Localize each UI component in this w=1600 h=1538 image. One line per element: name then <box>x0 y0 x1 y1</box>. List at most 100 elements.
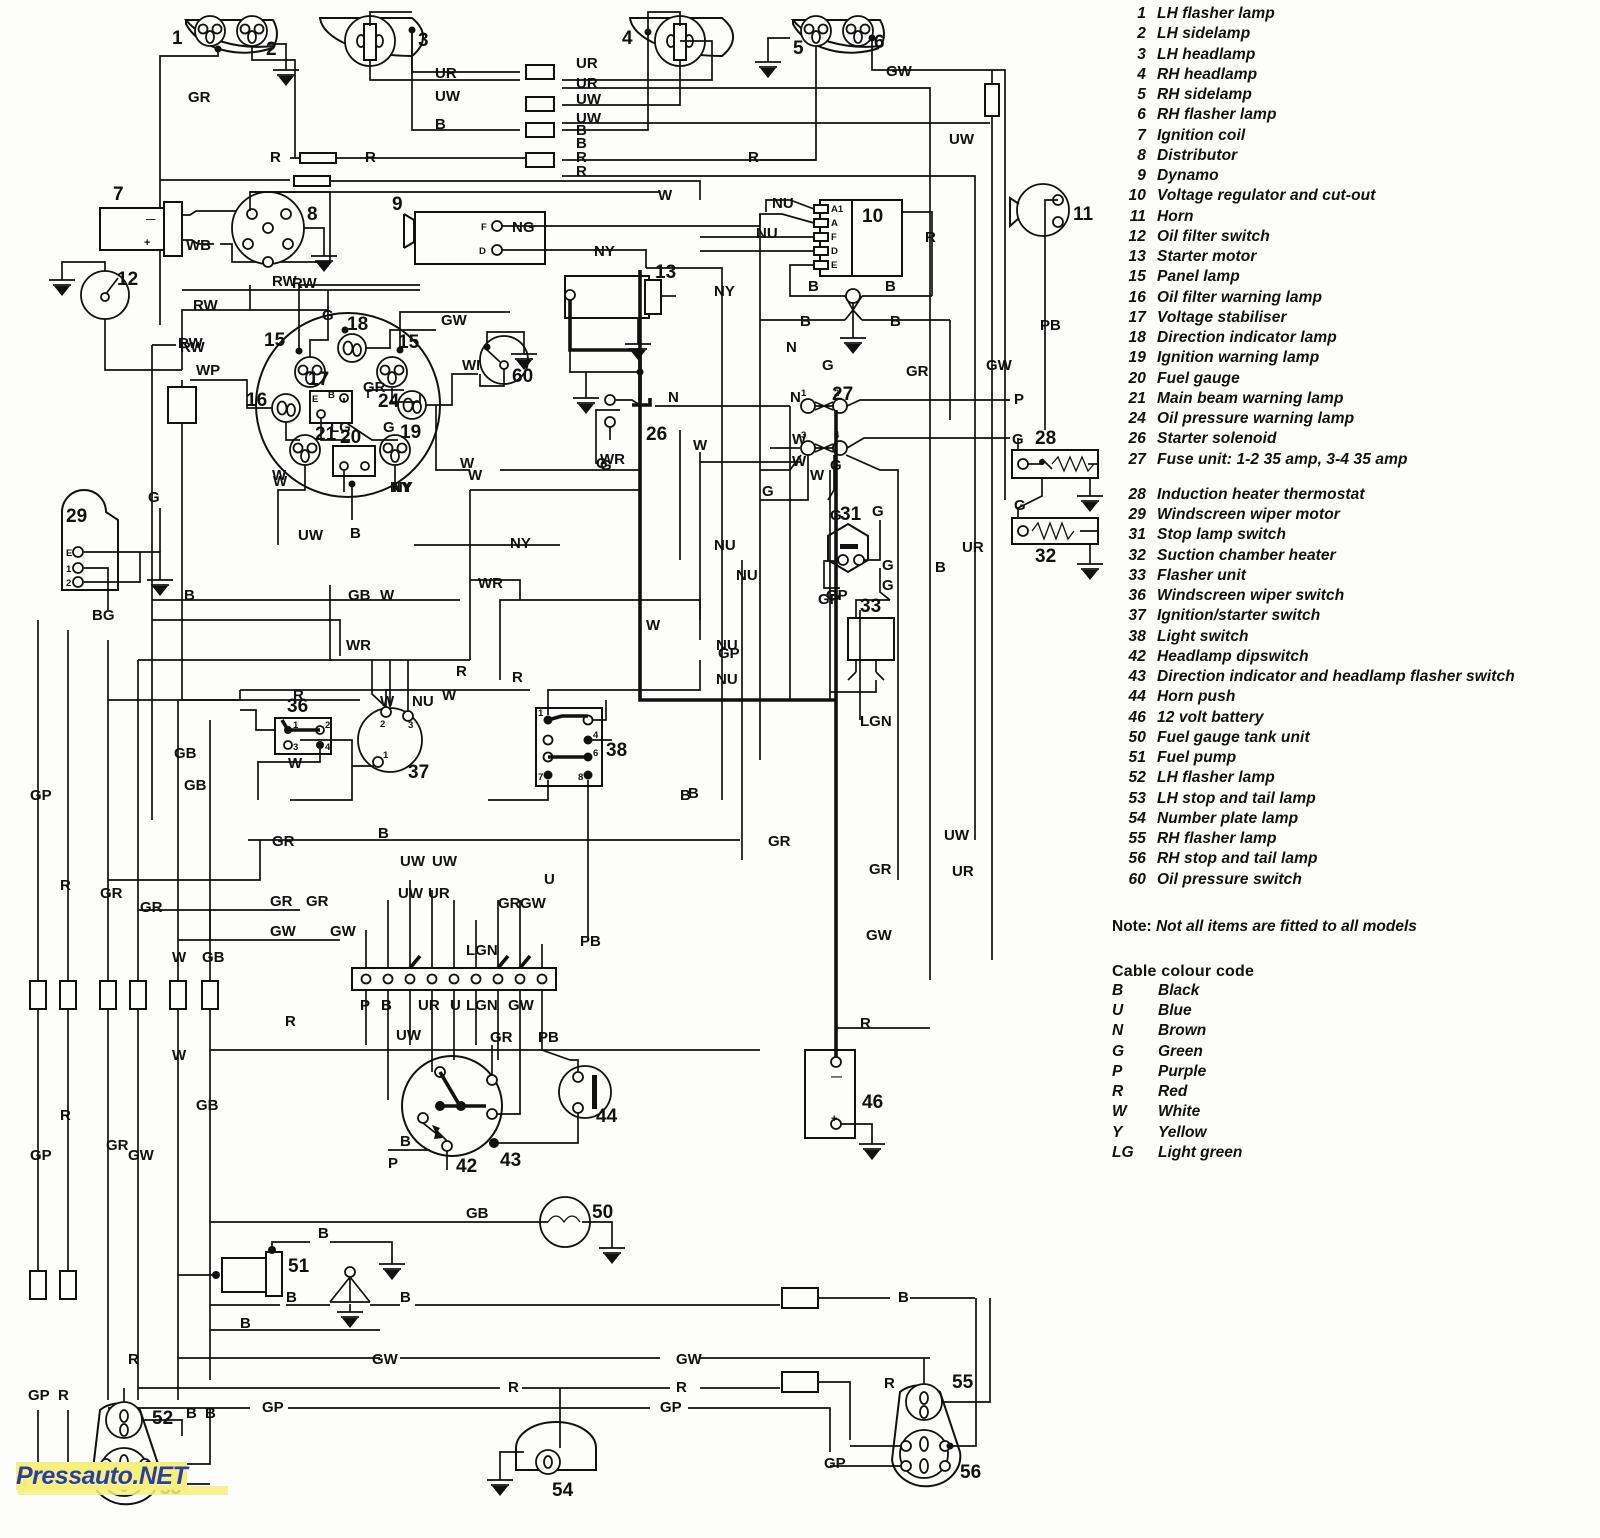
svg-text:GW: GW <box>128 1147 155 1164</box>
legend-item-number: 26 <box>1128 430 1146 448</box>
left-harness-bundle <box>29 620 219 1400</box>
legend-item-number: 51 <box>1128 749 1146 766</box>
svg-text:E: E <box>66 548 72 559</box>
legend-item-number: 38 <box>1128 627 1146 645</box>
horn-push-44: 44 <box>558 1059 618 1144</box>
legend-item-label: Starter motor <box>1157 248 1257 265</box>
svg-text:W: W <box>792 431 807 448</box>
legend-item-label: Ignition warning lamp <box>1157 349 1320 367</box>
svg-text:W: W <box>693 437 708 454</box>
legend-item-33: 33 Flasher unit <box>1112 566 1592 586</box>
legend-item-37: 37 Ignition/starter switch <box>1112 606 1592 626</box>
svg-text:GB: GB <box>196 1097 219 1114</box>
svg-text:E: E <box>831 260 837 271</box>
legend-item-number: 29 <box>1128 506 1146 523</box>
svg-text:GB: GB <box>202 949 225 966</box>
legend-item-label: Windscreen wiper motor <box>1157 506 1340 523</box>
legend-item-6: 6 RH flasher lamp <box>1112 105 1592 125</box>
svg-text:R: R <box>270 149 281 166</box>
svg-text:NU: NU <box>412 693 434 710</box>
legend-item-label: RH flasher lamp <box>1157 106 1277 124</box>
svg-text:PB: PB <box>580 933 601 950</box>
legend-item-label: Voltage regulator and cut-out <box>1157 187 1376 205</box>
svg-text:GW: GW <box>676 1351 703 1368</box>
svg-text:2: 2 <box>380 719 385 730</box>
legend-item-label: Fuel gauge tank unit <box>1157 728 1310 746</box>
svg-text:60: 60 <box>512 366 533 387</box>
svg-text:LGN: LGN <box>860 713 892 730</box>
legend-item-label: Fuse unit: 1-2 35 amp, 3-4 35 amp <box>1157 450 1408 468</box>
legend-item-label: LH flasher lamp <box>1157 769 1275 787</box>
note-separator: : <box>1146 917 1152 935</box>
svg-text:7: 7 <box>538 772 543 783</box>
legend-item-number: 60 <box>1128 870 1146 888</box>
colour-code-name: Light green <box>1158 1143 1243 1161</box>
svg-text:42: 42 <box>456 1156 477 1177</box>
legend-item-number: 53 <box>1128 789 1146 807</box>
legend-item-label: Horn <box>1157 207 1194 225</box>
svg-text:W: W <box>646 617 661 634</box>
svg-text:6: 6 <box>593 748 598 759</box>
svg-text:56: 56 <box>960 1462 981 1483</box>
legend-item-9: 9 Dynamo <box>1112 166 1592 186</box>
svg-text:10: 10 <box>862 206 883 227</box>
svg-text:R: R <box>58 1387 69 1404</box>
legend-item-number: 17 <box>1128 308 1146 326</box>
legend-panel: 1 LH flasher lamp 2 LH sidelamp 3 LH headlamp… <box>1112 4 1592 1184</box>
legend-item-60: 60 Oil pressure switch <box>1112 870 1592 890</box>
legend-item-3: 3 LH headlamp <box>1112 45 1592 65</box>
legend-item-number: 50 <box>1128 728 1146 746</box>
svg-text:WP: WP <box>196 362 220 379</box>
colour-code-row-B: B Black <box>1112 981 1592 1001</box>
colour-code-row-G: G Green <box>1112 1042 1592 1062</box>
svg-text:2: 2 <box>66 578 71 589</box>
legend-item-number: 31 <box>1128 526 1146 544</box>
svg-text:W: W <box>273 473 288 490</box>
colour-code-row-N: N Brown <box>1112 1021 1592 1041</box>
note-text: Not all items are fitted to all models <box>1155 917 1417 935</box>
legend-item-16: 16 Oil filter warning lamp <box>1112 288 1592 308</box>
svg-text:12: 12 <box>117 269 138 290</box>
svg-text:GW: GW <box>441 312 468 329</box>
svg-text:UR: UR <box>435 65 457 82</box>
svg-text:W: W <box>460 455 475 472</box>
svg-text:W: W <box>658 187 673 204</box>
svg-text:UW: UW <box>944 827 970 844</box>
svg-text:R: R <box>884 1375 895 1392</box>
legend-item-46: 46 12 volt battery <box>1112 708 1592 728</box>
svg-text:GW: GW <box>270 923 297 940</box>
legend-item-number: 36 <box>1128 587 1146 604</box>
flasher-unit-33: 33 <box>830 596 895 693</box>
legend-item-number: 21 <box>1128 389 1146 407</box>
legend-item-label: Induction heater thermostat <box>1157 485 1365 503</box>
svg-text:B: B <box>885 278 896 295</box>
legend-item-label: Ignition coil <box>1157 126 1246 144</box>
legend-item-number: 18 <box>1128 329 1146 346</box>
legend-item-number: 44 <box>1128 688 1146 706</box>
svg-text:UW: UW <box>398 885 424 902</box>
svg-text:UR: UR <box>428 885 450 902</box>
svg-text:RW: RW <box>193 297 219 314</box>
wiring-schematic: .w{stroke:#111;stroke-width:1.7;fill:non… <box>28 11 1104 1506</box>
legend-item-number: 46 <box>1128 708 1146 726</box>
colour-code-row-R: R Red <box>1112 1082 1592 1102</box>
svg-text:GR: GR <box>768 833 791 850</box>
svg-text:UR: UR <box>418 997 440 1014</box>
svg-text:55: 55 <box>952 1372 974 1393</box>
svg-text:3: 3 <box>418 30 429 51</box>
legend-item-21: 21 Main beam warning lamp <box>1112 389 1592 409</box>
legend-item-17: 17 Voltage stabiliser <box>1112 308 1592 328</box>
legend-item-label: RH sidelamp <box>1157 86 1252 103</box>
svg-text:+: + <box>831 1113 837 1125</box>
svg-text:GB: GB <box>184 777 207 794</box>
svg-text:1: 1 <box>66 564 72 575</box>
colour-code-row-Y: Y Yellow <box>1112 1123 1592 1143</box>
svg-text:NU: NU <box>772 195 794 212</box>
rear-lamp-rh-55-56: 55 56 <box>830 1298 991 1488</box>
oil-pressure-switch-60: 60 <box>479 331 538 387</box>
legend-note: Note: Not all items are fitted to all mo… <box>1112 916 1592 937</box>
legend-item-label: Oil pressure warning lamp <box>1157 410 1355 427</box>
colour-code-name: Brown <box>1158 1022 1207 1040</box>
svg-text:G: G <box>882 557 894 574</box>
legend-item-number: 28 <box>1128 485 1146 503</box>
